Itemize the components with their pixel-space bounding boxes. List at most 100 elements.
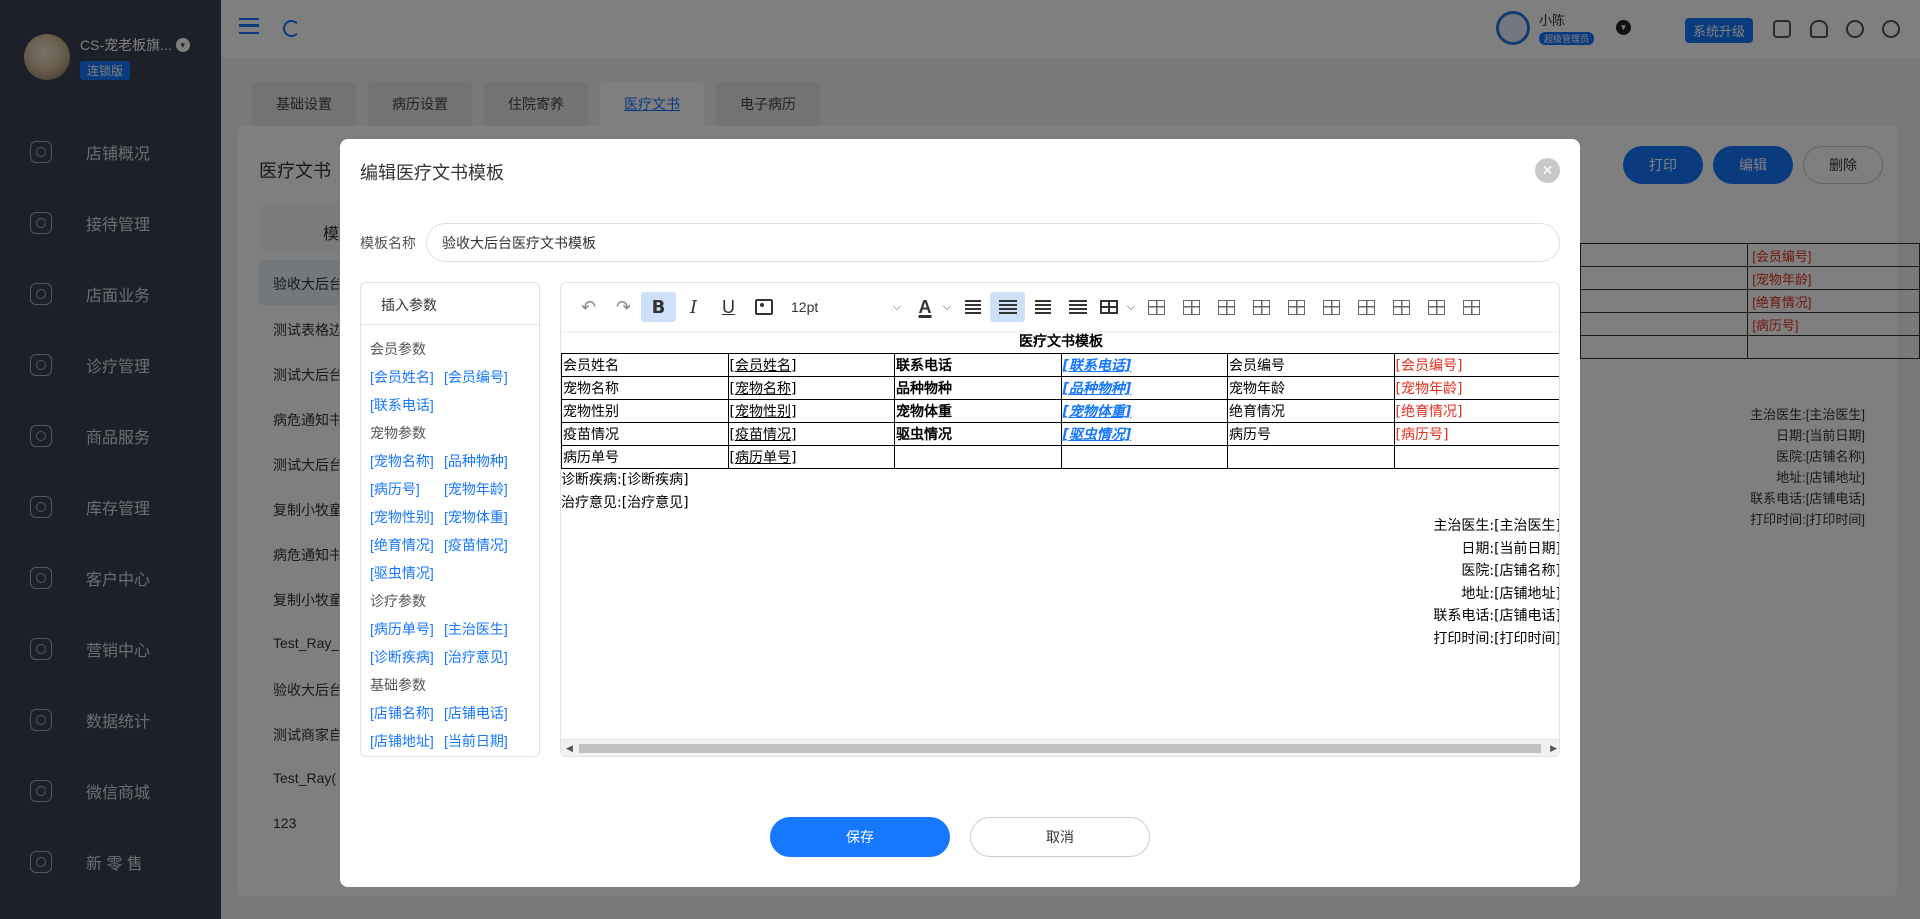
param-store-phone[interactable]: [店铺电话]	[444, 699, 518, 727]
table-cell[interactable]: [绝育情况]	[1393, 399, 1559, 423]
table-cell[interactable]: 绝育情况	[1227, 399, 1395, 423]
param-row: [联系电话]	[370, 391, 530, 419]
col-insert-before-icon[interactable]	[1314, 292, 1349, 322]
table-cell[interactable]	[894, 445, 1062, 469]
diagnosis-line: 诊断疾病:[诊断疾病]	[561, 472, 689, 488]
delete-table-icon[interactable]	[1139, 292, 1174, 322]
align-justify-icon[interactable]	[1060, 292, 1095, 322]
image-icon[interactable]	[746, 292, 781, 322]
table-cell[interactable]: 宠物名称	[561, 376, 729, 400]
scroll-right-icon[interactable]: ▶	[1550, 743, 1557, 754]
align-center-icon[interactable]	[990, 292, 1025, 322]
merge-cells-icon[interactable]	[1419, 292, 1454, 322]
param-treatment[interactable]: [治疗意见]	[444, 643, 518, 671]
param-sterilization[interactable]: [绝育情况]	[370, 531, 444, 559]
table-cell[interactable]: 宠物性别	[561, 399, 729, 423]
row-insert-above-icon[interactable]	[1209, 292, 1244, 322]
cancel-button[interactable]: 取消	[970, 817, 1150, 857]
table-cell[interactable]: [驱虫情况]	[1060, 422, 1228, 446]
param-row: [宠物名称] [品种物种]	[370, 447, 530, 475]
table-cell[interactable]: 品种物种	[894, 376, 1062, 400]
table-cell[interactable]: [病历单号]	[727, 445, 895, 469]
param-group-title: 会员参数	[370, 341, 426, 357]
treatment-line: 治疗意见:[治疗意见]	[561, 495, 689, 511]
chevron-down-icon[interactable]: ⌵	[939, 292, 955, 322]
table-cell[interactable]: [宠物名称]	[727, 376, 895, 400]
col-insert-after-icon[interactable]	[1349, 292, 1384, 322]
table-cell[interactable]: [宠物性别]	[727, 399, 895, 423]
sign-line: 主治医生:[主治医生]	[1433, 518, 1560, 534]
table-cell[interactable]: [品种物种]	[1060, 376, 1228, 400]
underline-icon[interactable]: U	[711, 292, 746, 322]
table-cell[interactable]: [疫苗情况]	[727, 422, 895, 446]
template-name-input[interactable]	[426, 223, 1560, 262]
col-delete-icon[interactable]	[1384, 292, 1419, 322]
param-doctor[interactable]: [主治医生]	[444, 615, 518, 643]
table-cell[interactable]: [会员编号]	[1393, 353, 1559, 377]
sign-line: 医院:[店铺名称]	[1461, 563, 1560, 579]
row-delete-icon[interactable]	[1279, 292, 1314, 322]
horizontal-scrollbar[interactable]: ◀ ▶	[561, 739, 1559, 756]
param-store-address[interactable]: [店铺地址]	[370, 727, 444, 755]
param-deworming[interactable]: [驱虫情况]	[370, 559, 444, 587]
param-pet-weight[interactable]: [宠物体重]	[444, 503, 518, 531]
table-cell[interactable]: [宠物年龄]	[1393, 376, 1559, 400]
bold-icon[interactable]: B	[641, 292, 676, 322]
align-right-icon[interactable]	[1025, 292, 1060, 322]
table-cell[interactable]: [病历号]	[1393, 422, 1559, 446]
redo-icon[interactable]: ↷	[606, 292, 641, 322]
param-row: [诊断疾病] [治疗意见]	[370, 643, 530, 671]
param-member-no[interactable]: [会员编号]	[444, 363, 518, 391]
save-button[interactable]: 保存	[770, 817, 950, 857]
table-cell[interactable]: [宠物体重]	[1060, 399, 1228, 423]
close-icon[interactable]: ✕	[1535, 158, 1560, 183]
align-left-icon[interactable]	[955, 292, 990, 322]
param-pet-name[interactable]: [宠物名称]	[370, 447, 444, 475]
param-diagnosis[interactable]: [诊断疾病]	[370, 643, 444, 671]
param-case-no[interactable]: [病历单号]	[370, 615, 444, 643]
sign-line: 日期:[当前日期]	[1461, 540, 1560, 557]
scrollbar-thumb[interactable]	[579, 744, 1541, 753]
param-pet-gender[interactable]: [宠物性别]	[370, 503, 444, 531]
document-table: 会员姓名 [会员姓名] 联系电话 [联系电话] 会员编号 [会员编号] 宠物名称…	[561, 353, 1559, 469]
table-cell[interactable]	[1060, 445, 1228, 469]
table-cell[interactable]: 宠物年龄	[1227, 376, 1395, 400]
table-props-icon[interactable]	[1174, 292, 1209, 322]
scroll-left-icon[interactable]: ◀	[566, 743, 573, 754]
template-name-row: 模板名称	[360, 223, 1560, 262]
font-size-select[interactable]: 12pt ⌵	[785, 292, 907, 322]
modal-title: 编辑医疗文书模板	[360, 163, 504, 183]
table-cell[interactable]: [会员姓名]	[727, 353, 895, 377]
font-color-icon[interactable]: A	[911, 292, 939, 322]
param-record-no[interactable]: [病历号]	[370, 475, 444, 503]
param-breed[interactable]: [品种物种]	[444, 447, 518, 475]
italic-icon[interactable]: I	[676, 292, 711, 322]
table-cell[interactable]: 疫苗情况	[561, 422, 729, 446]
param-row: [店铺地址] [当前日期]	[370, 727, 530, 755]
chevron-down-icon[interactable]: ⌵	[1123, 292, 1139, 322]
row-insert-below-icon[interactable]	[1244, 292, 1279, 322]
param-pet-age[interactable]: [宠物年龄]	[444, 475, 518, 503]
table-cell[interactable]: 宠物体重	[894, 399, 1062, 423]
table-cell[interactable]: 病历号	[1227, 422, 1395, 446]
param-phone[interactable]: [联系电话]	[370, 391, 444, 419]
table-cell[interactable]	[1227, 445, 1395, 469]
document-body[interactable]: 医疗文书模板 会员姓名 [会员姓名] 联系电话 [联系电话] 会员编号 [会员编…	[561, 331, 1560, 741]
table-cell[interactable]	[1393, 445, 1559, 469]
table-cell[interactable]: 联系电话	[894, 353, 1062, 377]
undo-icon[interactable]: ↶	[571, 292, 606, 322]
param-current-date[interactable]: [当前日期]	[444, 727, 518, 755]
param-row: [宠物性别] [宠物体重]	[370, 503, 530, 531]
table-cell[interactable]: 会员姓名	[561, 353, 729, 377]
param-row: [店铺名称] [店铺电话]	[370, 699, 530, 727]
param-row: [驱虫情况]	[370, 559, 530, 587]
table-cell[interactable]: 会员编号	[1227, 353, 1395, 377]
param-vaccine[interactable]: [疫苗情况]	[444, 531, 518, 559]
param-store-name[interactable]: [店铺名称]	[370, 699, 444, 727]
split-cells-icon[interactable]	[1454, 292, 1489, 322]
table-cell[interactable]: 病历单号	[561, 445, 729, 469]
table-icon[interactable]	[1095, 292, 1123, 322]
table-cell[interactable]: 驱虫情况	[894, 422, 1062, 446]
table-cell[interactable]: [联系电话]	[1060, 353, 1228, 377]
param-member-name[interactable]: [会员姓名]	[370, 363, 444, 391]
